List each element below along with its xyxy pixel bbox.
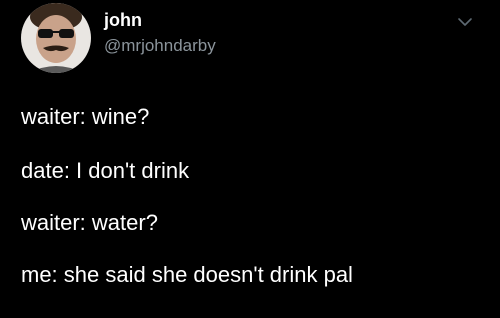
author-name[interactable]: john	[104, 9, 142, 31]
user-avatar-icon	[21, 3, 91, 73]
tweet-text-line: waiter: wine?	[21, 104, 150, 129]
chevron-down-icon[interactable]	[456, 13, 474, 31]
tweet-text-line: me: she said she doesn't drink pal	[21, 262, 353, 287]
avatar[interactable]	[21, 3, 91, 73]
author-handle[interactable]: @mrjohndarby	[104, 35, 216, 57]
tweet-text-line: date: I don't drink	[21, 158, 190, 183]
tweet-text-line: waiter: water?	[21, 210, 158, 235]
tweet-card: john @mrjohndarby waiter: wine? date: I …	[0, 0, 500, 318]
